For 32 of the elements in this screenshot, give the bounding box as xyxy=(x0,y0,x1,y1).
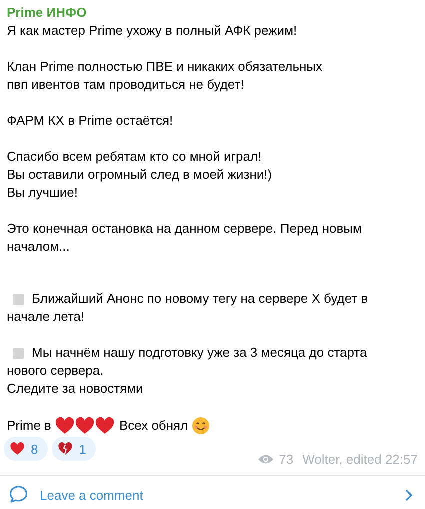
message-text: ФАРМ КХ в Prime остаётся! xyxy=(7,112,174,130)
message-text: Это конечная остановка на данном сервере. Перед новым xyxy=(7,220,362,238)
square-icon xyxy=(13,348,24,358)
message-text: Всех обнял xyxy=(119,417,188,435)
square-icon xyxy=(13,294,24,304)
smiley-icon xyxy=(192,417,210,435)
message-text: Вы лучшие! xyxy=(7,184,78,202)
broken-heart-icon xyxy=(58,442,74,456)
message-text: началом... xyxy=(7,238,70,256)
message-text: начале лета! xyxy=(7,308,85,326)
view-count: 73 xyxy=(279,452,294,467)
message-signature: Wolter, edited 22:57 xyxy=(302,452,418,467)
message-text: нового сервера. xyxy=(7,362,104,380)
message-text: Мы начнём нашу подготовку уже за 3 месяца до старта xyxy=(32,344,368,362)
message-text: Ближайший Анонс по новому тегу на сервере X будет в xyxy=(32,290,368,308)
message-text: Prime в xyxy=(7,417,52,435)
message-text: пвп ивентов там проводиться не будет! xyxy=(7,76,244,94)
reaction-button[interactable]: 1 xyxy=(52,437,96,461)
comment-link[interactable]: Leave a comment xyxy=(40,488,393,502)
message-text: Следите за новостями xyxy=(7,380,144,398)
comment-bar[interactable]: Leave a comment xyxy=(0,475,425,509)
hearts-icon xyxy=(55,417,116,435)
message-text: Спасибо всем ребятам кто со мной играл! xyxy=(7,148,262,166)
message-text: Я как мастер Prime ухожу в полный АФК режим! xyxy=(7,22,298,40)
message-text: Клан Prime полностью ПВЕ и никаких обязательных xyxy=(7,58,323,76)
eye-icon xyxy=(258,454,274,465)
heart-icon xyxy=(10,442,25,456)
reaction-button[interactable]: 8 xyxy=(4,437,48,461)
channel-name[interactable]: Prime ИНФО xyxy=(0,4,425,22)
comment-icon xyxy=(8,485,28,505)
chevron-right-icon xyxy=(405,488,413,502)
message-text: Вы оставили огромный след в моей жизни!) xyxy=(7,166,272,184)
